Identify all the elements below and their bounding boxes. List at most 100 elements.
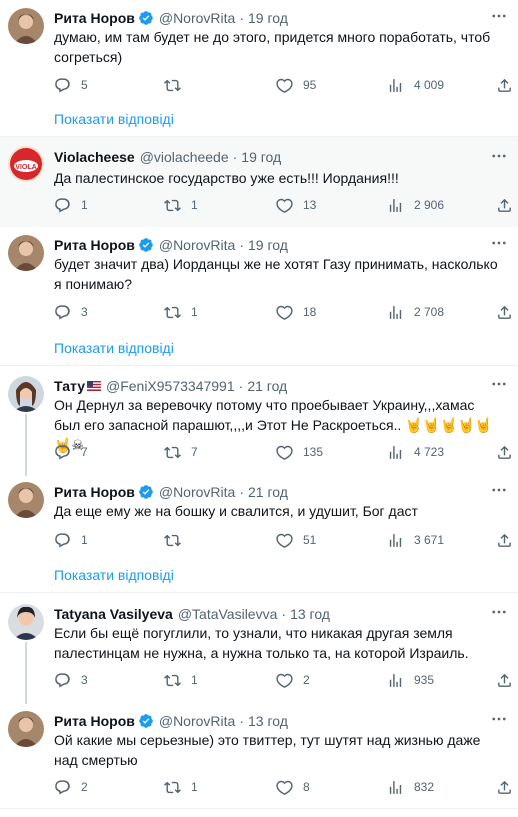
share-button[interactable] bbox=[496, 303, 513, 321]
tweet-header: Violacheese @violacheede · 19 год bbox=[54, 148, 281, 166]
share-icon bbox=[496, 77, 513, 94]
avatar[interactable]: VIOLA bbox=[8, 146, 44, 182]
retweet-icon bbox=[164, 779, 181, 796]
show-replies-link[interactable]: Показати відповіді bbox=[54, 565, 174, 585]
avatar[interactable] bbox=[8, 604, 44, 640]
timestamp[interactable]: 19 год bbox=[248, 236, 288, 254]
like-button[interactable]: 51 bbox=[276, 531, 316, 549]
views-button[interactable]: 3 671 bbox=[387, 531, 444, 549]
author-handle[interactable]: @NorovRita bbox=[159, 236, 235, 254]
tweet-header: Tatyana Vasilyeva @TataVasilevva · 13 го… bbox=[54, 605, 330, 623]
retweet-button[interactable] bbox=[164, 531, 191, 549]
more-icon[interactable] bbox=[490, 603, 508, 621]
views-button[interactable]: 2 906 bbox=[387, 196, 444, 214]
tweet[interactable]: Тату @FeniX9573347991 · 21 год Он Дернул… bbox=[0, 372, 518, 472]
share-button[interactable] bbox=[496, 671, 513, 689]
show-replies-link[interactable]: Показати відповіді bbox=[54, 109, 174, 129]
author-handle[interactable]: @NorovRita bbox=[159, 483, 235, 501]
avatar[interactable] bbox=[8, 8, 44, 44]
author-name[interactable]: Рита Норов bbox=[54, 483, 135, 501]
reply-count: 7 bbox=[81, 445, 88, 459]
author-name[interactable]: Рита Норов bbox=[54, 236, 135, 254]
timestamp[interactable]: 21 год bbox=[248, 483, 288, 501]
like-button[interactable]: 13 bbox=[276, 196, 316, 214]
retweet-button[interactable]: 7 bbox=[164, 443, 198, 461]
timestamp[interactable]: 19 год bbox=[241, 148, 281, 166]
author-handle[interactable]: @NorovRita bbox=[159, 9, 235, 27]
reply-button[interactable]: 2 bbox=[54, 778, 88, 796]
tweet[interactable]: Рита Норов @NorovRita · 19 год будет зна… bbox=[0, 231, 518, 327]
author-name[interactable]: Рита Норов bbox=[54, 9, 135, 27]
reply-button[interactable]: 5 bbox=[54, 76, 88, 94]
views-button[interactable]: 832 bbox=[387, 778, 434, 796]
svg-text:VIOLA: VIOLA bbox=[15, 164, 36, 171]
tweet[interactable]: Рита Норов @NorovRita · 21 год Да еще ем… bbox=[0, 478, 518, 554]
author-handle[interactable]: @TataVasilevva bbox=[178, 605, 278, 623]
timestamp[interactable]: 19 год bbox=[248, 9, 288, 27]
author-name[interactable]: Рита Норов bbox=[54, 712, 135, 730]
views-button[interactable]: 2 708 bbox=[387, 303, 444, 321]
more-icon[interactable] bbox=[490, 234, 508, 252]
separator-dot: · bbox=[238, 378, 244, 394]
like-icon bbox=[276, 77, 293, 94]
retweet-button[interactable] bbox=[164, 76, 191, 94]
tweet[interactable]: VIOLA Violacheese @violacheede · 19 год … bbox=[0, 137, 518, 227]
tweet[interactable]: Рита Норов @NorovRita · 13 год Ой какие … bbox=[0, 707, 518, 807]
avatar[interactable] bbox=[8, 482, 44, 518]
more-icon[interactable] bbox=[490, 481, 508, 499]
author-handle[interactable]: @NorovRita bbox=[159, 712, 235, 730]
show-replies-link[interactable]: Показати відповіді bbox=[54, 338, 174, 358]
reply-icon bbox=[54, 672, 71, 689]
share-button[interactable] bbox=[496, 778, 513, 796]
reply-button[interactable]: 7 bbox=[54, 443, 88, 461]
tweet-text: Ой какие мы серьезные) это твиттер, тут … bbox=[54, 732, 481, 768]
author-name[interactable]: Tatyana Vasilyeva bbox=[54, 605, 173, 623]
views-button[interactable]: 935 bbox=[387, 671, 434, 689]
share-button[interactable] bbox=[496, 531, 513, 549]
timestamp[interactable]: 13 год bbox=[248, 712, 288, 730]
tweet-header: Тату @FeniX9573347991 · 21 год bbox=[54, 377, 287, 395]
more-icon[interactable] bbox=[490, 7, 508, 25]
author-name[interactable]: Тату bbox=[54, 377, 85, 395]
views-count: 4 723 bbox=[414, 445, 445, 459]
tweet[interactable]: Рита Норов @NorovRita · 19 год думаю, им… bbox=[0, 4, 518, 100]
like-button[interactable]: 8 bbox=[276, 778, 310, 796]
retweet-button[interactable]: 1 bbox=[164, 196, 198, 214]
avatar[interactable] bbox=[8, 376, 44, 412]
avatar[interactable] bbox=[8, 235, 44, 271]
retweet-button[interactable]: 1 bbox=[164, 303, 198, 321]
like-button[interactable]: 135 bbox=[276, 443, 323, 461]
tweet-text: Если бы ещё погуглили, то узнали, что ни… bbox=[54, 625, 469, 661]
views-count: 2 906 bbox=[414, 198, 445, 212]
reply-button[interactable]: 1 bbox=[54, 531, 88, 549]
share-button[interactable] bbox=[496, 196, 513, 214]
reply-button[interactable]: 3 bbox=[54, 671, 88, 689]
like-button[interactable]: 18 bbox=[276, 303, 316, 321]
author-handle[interactable]: @FeniX9573347991 bbox=[106, 377, 235, 395]
tweet[interactable]: Tatyana Vasilyeva @TataVasilevva · 13 го… bbox=[0, 600, 518, 696]
share-button[interactable] bbox=[496, 443, 513, 461]
more-icon[interactable] bbox=[490, 375, 508, 393]
author-handle[interactable]: @violacheede bbox=[140, 148, 229, 166]
like-button[interactable]: 2 bbox=[276, 671, 310, 689]
verified-badge-icon bbox=[138, 484, 154, 500]
retweet-button[interactable]: 1 bbox=[164, 671, 198, 689]
like-button[interactable]: 95 bbox=[276, 76, 316, 94]
timestamp[interactable]: 21 год bbox=[247, 377, 287, 395]
timestamp[interactable]: 13 год bbox=[290, 605, 330, 623]
reply-button[interactable]: 3 bbox=[54, 303, 88, 321]
verified-badge-icon bbox=[138, 10, 154, 26]
reply-button[interactable]: 1 bbox=[54, 196, 88, 214]
more-icon[interactable] bbox=[490, 147, 508, 165]
views-button[interactable]: 4 009 bbox=[387, 76, 444, 94]
retweet-button[interactable]: 1 bbox=[164, 778, 198, 796]
tweet-text: будет значит два) Иорданцы же не хотят Г… bbox=[54, 256, 498, 292]
tweet-text: думаю, им там будет не до этого, придетс… bbox=[54, 29, 491, 65]
author-name[interactable]: Violacheese bbox=[54, 148, 135, 166]
like-icon bbox=[276, 672, 293, 689]
share-button[interactable] bbox=[496, 76, 513, 94]
avatar[interactable] bbox=[8, 711, 44, 747]
tweet-header: Рита Норов @NorovRita · 21 год bbox=[54, 483, 288, 501]
more-icon[interactable] bbox=[490, 710, 508, 728]
views-button[interactable]: 4 723 bbox=[387, 443, 444, 461]
